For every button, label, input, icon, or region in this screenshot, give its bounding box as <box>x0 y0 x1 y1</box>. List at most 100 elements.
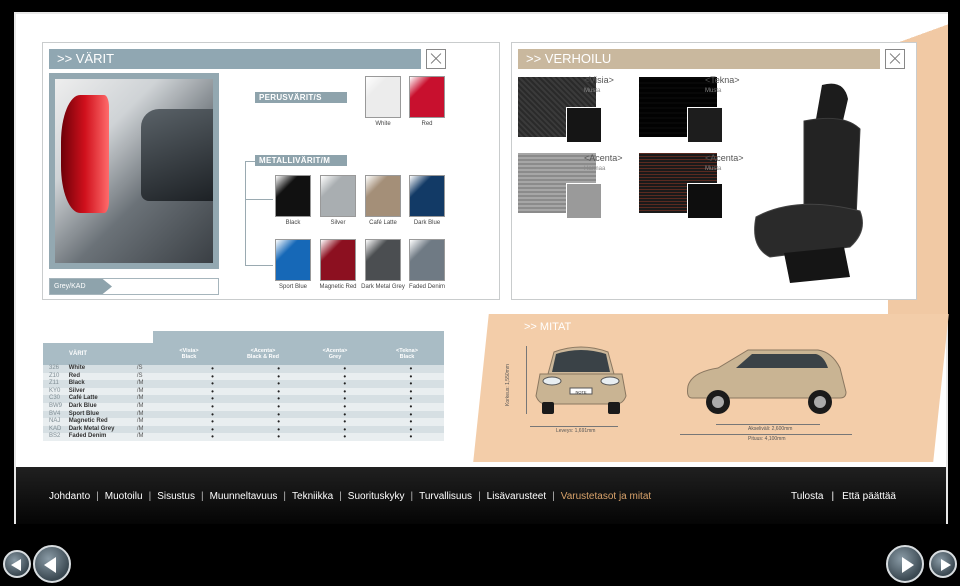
color-swatch[interactable] <box>409 239 445 281</box>
table-row: NAJ Magnetic Red/M • • • • <box>43 418 444 426</box>
availability-dot: • <box>277 432 281 442</box>
next-page-button[interactable] <box>886 545 924 583</box>
color-swatch[interactable] <box>275 239 311 281</box>
nav-item[interactable]: Johdanto <box>49 491 90 502</box>
table-row: BW9 Dark Blue/M • • • • <box>43 403 444 411</box>
height-line <box>526 346 527 414</box>
nav-item[interactable]: Suorituskyky <box>348 491 405 502</box>
colors-panel-title: >> VÄRIT <box>49 49 421 69</box>
table-row: 326 White/S • • • • <box>43 365 444 373</box>
nav-item[interactable]: Lisävarusteet <box>487 491 546 502</box>
previous-page-button[interactable] <box>33 545 71 583</box>
color-swatch[interactable] <box>365 76 401 118</box>
nav-separator: | <box>410 491 414 502</box>
nav-right-item[interactable]: Tulosta <box>791 491 823 502</box>
upholstery-panel: >> VERHOILU <Visia> Musta <Tekna> Musta <A… <box>511 42 917 300</box>
row-code: BV4 <box>49 410 61 417</box>
close-colors-button[interactable] <box>426 49 446 69</box>
selected-color-bar: Grey/KAD <box>49 278 219 295</box>
color-swatch[interactable] <box>365 175 401 217</box>
row-name: Silver <box>68 387 86 394</box>
width-line <box>530 426 618 427</box>
nav-separator: | <box>552 491 555 502</box>
row-name: Red <box>68 372 81 379</box>
row-name: Dark Blue <box>68 402 97 409</box>
row-name: Black <box>68 380 85 387</box>
tree-line <box>245 161 246 265</box>
table-row: KAD Dark Metal Grey/M • • • • <box>43 425 444 434</box>
plate-text: NOTE <box>575 390 586 395</box>
color-swatch[interactable] <box>320 239 356 281</box>
nav-separator: | <box>148 491 152 502</box>
color-swatch-label: Café Latte <box>369 220 397 226</box>
column-color: Black & Red <box>246 354 280 360</box>
matrix-head-label: VÄRIT <box>69 351 87 357</box>
row-code: Z10 <box>49 372 60 379</box>
nav-menu: Johdanto | Muotoilu | Sisustus | Muunneltavuus… <box>49 491 651 502</box>
last-page-button[interactable] <box>929 550 957 578</box>
nav-separator: | <box>283 491 287 502</box>
table-row: KY0 Silver/M • • • • <box>43 387 444 396</box>
row-code: 326 <box>49 365 60 371</box>
dimensions-title: >> MITAT <box>524 321 572 333</box>
row-code: KY0 <box>49 387 61 394</box>
matrix-table: 326 White/S • • • • Z10 Red/S • • • • Z11 Black/M • • • •… <box>43 365 444 441</box>
length-label: Pituus: 4,100mm <box>748 436 786 442</box>
nav-right-item[interactable]: Että päättää <box>842 491 896 502</box>
availability-dot: • <box>343 432 347 442</box>
selected-color-label: Grey/KAD <box>50 279 112 294</box>
car-front-view: NOTE <box>535 346 627 414</box>
nav-item[interactable]: Turvallisuus <box>419 491 472 502</box>
nav-item[interactable]: Sisustus <box>157 491 195 502</box>
nav-separator: | <box>200 491 204 502</box>
row-name: White <box>68 365 86 371</box>
row-type: /S <box>136 365 143 371</box>
close-upholstery-button[interactable] <box>885 49 905 69</box>
color-swatch-label: Faded Denim <box>408 284 446 290</box>
color-swatch-label: Sport Blue <box>278 284 308 290</box>
availability-dot: • <box>211 432 214 442</box>
row-name: Sport Blue <box>68 410 100 417</box>
nav-separator: | <box>478 491 481 502</box>
row-code: BW9 <box>49 402 63 409</box>
row-name: Magnetic Red <box>68 418 108 425</box>
row-name: Café Latte <box>68 395 98 402</box>
color-swatch[interactable] <box>320 175 356 217</box>
car-detail-photo <box>49 73 219 269</box>
wheelbase-line <box>716 424 820 425</box>
skip-forward-icon <box>941 559 951 571</box>
tree-line <box>245 161 255 162</box>
color-trim-matrix: VÄRIT <Visia> Black <Acenta> Black & Red <Ac… <box>43 343 444 441</box>
seat-image <box>754 83 863 283</box>
color-swatch-label: Black <box>285 220 301 226</box>
matrix-header-bar <box>153 331 444 343</box>
tree-line <box>245 265 273 266</box>
nav-item[interactable]: Tekniikka <box>292 491 333 502</box>
nav-item[interactable]: Muunneltavuus <box>210 491 278 502</box>
skip-back-icon <box>11 559 21 571</box>
fabric-acenta-black-label: <Acenta> Musta <box>705 153 744 172</box>
colors-panel: >> VÄRIT Grey/KAD PERUSVÄRIT/S METALLIVÄ… <box>42 42 500 300</box>
height-label: Korkeus: 1,550mm <box>505 364 511 406</box>
row-code: NAJ <box>49 418 61 425</box>
row-type: /M <box>136 387 144 394</box>
fabric-visia-label: <Visia> Musta <box>584 75 614 94</box>
table-row: Z10 Red/S • • • • <box>43 372 444 381</box>
arrow-right-icon <box>902 557 914 573</box>
availability-dot: • <box>409 432 413 442</box>
color-swatch[interactable] <box>409 175 445 217</box>
color-swatch[interactable] <box>409 76 445 118</box>
column-color: Grey <box>328 354 342 360</box>
nav-separator: | <box>339 491 342 502</box>
color-swatch[interactable] <box>365 239 401 281</box>
nav-item[interactable]: Varustetasot ja mitat <box>561 491 651 502</box>
nav-separator: | <box>96 491 99 502</box>
first-page-button[interactable] <box>3 550 31 578</box>
nav-item[interactable]: Muotoilu <box>105 491 143 502</box>
color-swatch[interactable] <box>275 175 311 217</box>
matrix-column-header: <Acenta> Black & Red <box>233 348 293 360</box>
table-row: BS2 Faded Denim/M • • • • <box>43 433 444 441</box>
rear-window <box>141 109 213 201</box>
dimensions-panel: >> MITAT Korkeus: 1,550mm NOTE Leveys: 1… <box>490 318 940 454</box>
matrix-column-header: <Tekna> Black <box>377 348 437 360</box>
